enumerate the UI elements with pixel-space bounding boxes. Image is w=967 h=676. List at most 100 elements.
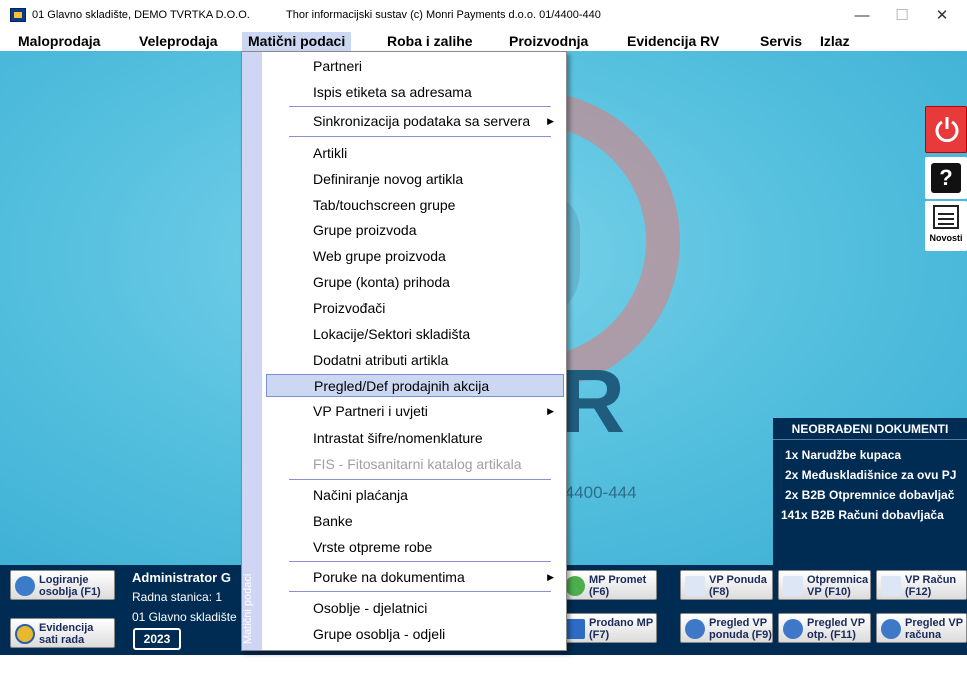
app-icon	[10, 8, 26, 22]
logo-letter: R	[560, 352, 625, 452]
menu-maloprodaja[interactable]: Maloprodaja	[12, 32, 106, 51]
document-pen-icon	[881, 576, 901, 596]
menu-maticni-podaci[interactable]: Matični podaci	[242, 32, 352, 51]
submenu-arrow-icon: ▶	[547, 572, 554, 582]
menu-separator	[289, 591, 551, 592]
docs-row[interactable]: 141x B2B Računi dobavljača	[781, 508, 944, 522]
mp-promet-button[interactable]: MP Promet (F6)	[560, 570, 657, 600]
vp-racun-button[interactable]: VP Račun (F12)	[876, 570, 967, 600]
menu-bar: Maloprodaja Veleprodaja Matični podaci R…	[0, 32, 967, 51]
menu-separator	[289, 479, 551, 480]
menu-item-lokacije[interactable]: Lokacije/Sektori skladišta	[266, 323, 564, 346]
time-label-2: sati rada	[39, 634, 85, 646]
menu-item-prodajne-akcije[interactable]: Pregled/Def prodajnih akcija	[266, 374, 564, 397]
status-bar	[0, 655, 967, 676]
menu-roba-i-zalihe[interactable]: Roba i zalihe	[381, 32, 479, 51]
btn-label: ponuda (F9)	[709, 629, 772, 641]
menu-item-sinkronizacija[interactable]: Sinkronizacija podataka sa servera ▶	[266, 110, 564, 133]
vp-ponuda-button[interactable]: VP Ponuda (F8)	[680, 570, 773, 600]
dropdown-side-label: Matični podaci	[242, 573, 254, 644]
menu-item-intrastat[interactable]: Intrastat šifre/nomenklature	[266, 427, 564, 450]
btn-label: (F6)	[589, 586, 610, 598]
btn-label: VP (F10)	[807, 586, 851, 598]
docs-row[interactable]: 2x Međuskladišnice za ovu PJ	[785, 468, 956, 482]
btn-label: (F8)	[709, 586, 730, 598]
otpremnica-vp-button[interactable]: Otpremnica VP (F10)	[778, 570, 871, 600]
user-icon	[15, 576, 35, 596]
logo-phone: /4400-444	[560, 483, 637, 502]
menu-veleprodaja[interactable]: Veleprodaja	[133, 32, 224, 51]
close-button[interactable]: ✕	[922, 4, 962, 28]
login-staff-button[interactable]: Logiranje osoblja (F1)	[10, 570, 115, 600]
btn-label: VP Ponuda	[709, 574, 767, 586]
magnifier-icon	[881, 619, 901, 639]
clock-icon	[15, 624, 35, 644]
warehouse: 01 Glavno skladište	[132, 610, 237, 624]
menu-item-definiranje-artikla[interactable]: Definiranje novog artikla	[266, 168, 564, 191]
docs-row[interactable]: 2x B2B Otpremnice dobavljač	[785, 488, 954, 502]
menu-item-banke[interactable]: Banke	[266, 510, 564, 533]
menu-izlaz[interactable]: Izlaz	[814, 32, 856, 51]
maticni-podaci-dropdown: Matični podaci Partneri Ispis etiketa sa…	[241, 51, 567, 651]
btn-label: Otpremnica	[807, 574, 869, 586]
time-label-1: Evidencija	[39, 622, 94, 634]
menu-proizvodnja[interactable]: Proizvodnja	[503, 32, 594, 51]
menu-item-ispis-etiketa[interactable]: Ispis etiketa sa adresama	[266, 81, 564, 104]
login-label-1: Logiranje	[39, 574, 89, 586]
maximize-button[interactable]: ☐	[882, 4, 922, 28]
menu-item-vrste-otpreme[interactable]: Vrste otpreme robe	[266, 536, 564, 559]
btn-label: Pregled VP	[709, 617, 768, 629]
user-name: Administrator G	[132, 570, 231, 585]
docs-row[interactable]: 1x Narudžbe kupaca	[785, 448, 901, 462]
help-button[interactable]: ?	[925, 157, 967, 199]
money-bag-icon	[565, 576, 585, 596]
window-title: 01 Glavno skladište, DEMO TVRTKA D.O.O.	[32, 9, 250, 21]
newspaper-icon	[933, 205, 959, 229]
document-pen-icon	[783, 576, 803, 596]
menu-item-vp-partneri[interactable]: VP Partneri i uvjeti ▶	[266, 400, 564, 423]
menu-evidencija-rv[interactable]: Evidencija RV	[621, 32, 725, 51]
window-subtitle: Thor informacijski sustav (c) Monri Paym…	[286, 9, 601, 21]
menu-separator	[289, 106, 551, 107]
menu-item-nacini-placanja[interactable]: Načini plaćanja	[266, 484, 564, 507]
menu-separator	[289, 561, 551, 562]
prodano-mp-button[interactable]: Prodano MP (F7)	[560, 613, 657, 643]
menu-item-partneri[interactable]: Partneri	[266, 55, 564, 78]
menu-item-dodatni-atributi[interactable]: Dodatni atributi artikla	[266, 349, 564, 372]
magnifier-icon	[783, 619, 803, 639]
menu-item-proizvodaci[interactable]: Proizvođači	[266, 297, 564, 320]
menu-item-grupe-osoblja[interactable]: Grupe osoblja - odjeli	[266, 623, 564, 646]
menu-item-osoblje[interactable]: Osoblje - djelatnici	[266, 597, 564, 620]
year-selector[interactable]: 2023	[133, 628, 181, 650]
power-button[interactable]	[925, 106, 967, 153]
menu-item-artikli[interactable]: Artikli	[266, 142, 564, 165]
menu-item-web-grupe[interactable]: Web grupe proizvoda	[266, 245, 564, 268]
news-button[interactable]: Novosti	[925, 201, 967, 251]
menu-item-label: Sinkronizacija podataka sa servera	[313, 113, 531, 129]
docs-panel-title: NEOBRAĐENI DOKUMENTI	[773, 418, 967, 440]
btn-label: Pregled VP	[905, 617, 964, 629]
menu-separator	[289, 136, 551, 137]
report-icon	[565, 619, 585, 639]
btn-label: (F7)	[589, 629, 610, 641]
btn-label: (F12)	[905, 586, 932, 598]
menu-item-grupe-proizvoda[interactable]: Grupe proizvoda	[266, 219, 564, 242]
menu-item-tab-grupe[interactable]: Tab/touchscreen grupe	[266, 194, 564, 217]
menu-servis[interactable]: Servis	[754, 32, 808, 51]
pregled-vp-ponuda-button[interactable]: Pregled VP ponuda (F9)	[680, 613, 773, 643]
pregled-vp-racuna-button[interactable]: Pregled VP računa	[876, 613, 967, 643]
menu-item-poruke[interactable]: Poruke na dokumentima ▶	[266, 566, 564, 589]
title-bar: 01 Glavno skladište, DEMO TVRTKA D.O.O. …	[0, 0, 967, 32]
time-tracking-button[interactable]: Evidencija sati rada	[10, 618, 115, 648]
menu-item-label: VP Partneri i uvjeti	[313, 403, 428, 419]
menu-item-grupe-prihoda[interactable]: Grupe (konta) prihoda	[266, 271, 564, 294]
pregled-vp-otp-button[interactable]: Pregled VP otp. (F11)	[778, 613, 871, 643]
magnifier-icon	[685, 619, 705, 639]
minimize-button[interactable]: —	[842, 4, 882, 28]
login-label-2: osoblja (F1)	[39, 586, 101, 598]
btn-label: VP Račun	[905, 574, 957, 586]
btn-label: Prodano MP	[589, 617, 654, 629]
workstation: Radna stanica: 1	[132, 590, 223, 604]
unprocessed-documents-panel: NEOBRAĐENI DOKUMENTI 1x Narudžbe kupaca …	[773, 418, 967, 565]
help-icon: ?	[931, 163, 961, 193]
